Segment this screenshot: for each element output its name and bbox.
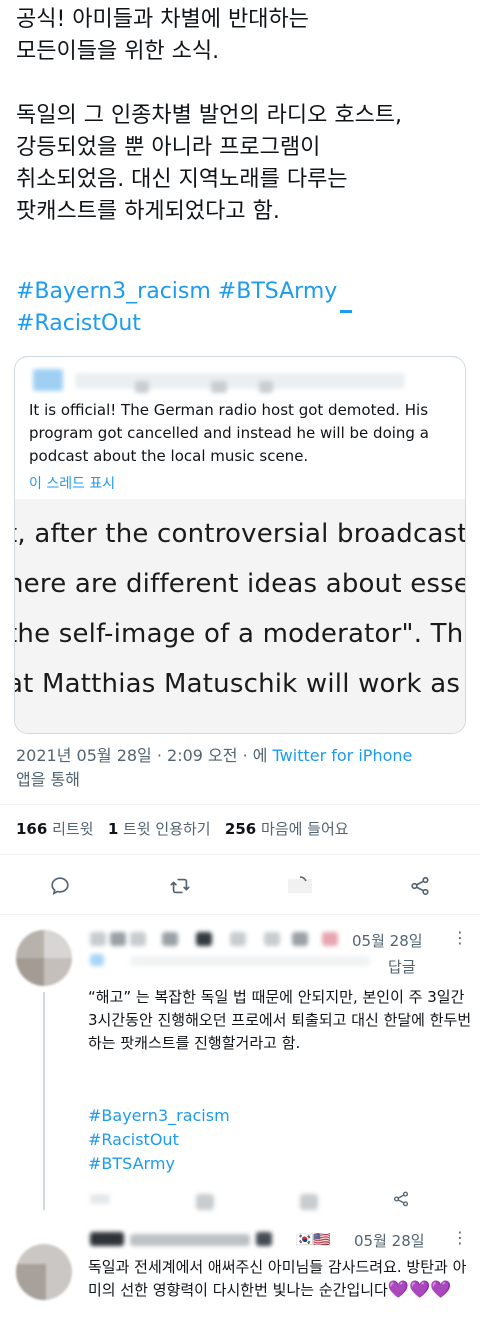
quoted-tweet-text: It is official! The German radio host go…: [29, 401, 429, 465]
show-thread-link[interactable]: 이 스레드 표시: [29, 473, 115, 493]
tweet-hashtags: #Bayern3_racism #BTSArmy #RacistOut: [16, 276, 476, 334]
more-icon[interactable]: ⋮: [452, 928, 468, 947]
tweet-text: 공식! 아미들과 차별에 반대하는 모든이들을 위한 소식. 독일의 그 인종차…: [16, 7, 403, 224]
reply-tweet[interactable]: 🇰🇷🇺🇸 05월 28일 ⋮ 독일과 전세계에서 애써주신 아미님들 감사드려요…: [0, 1220, 480, 1338]
more-icon[interactable]: ⋮: [452, 1228, 468, 1247]
share-icon[interactable]: [402, 868, 438, 904]
avatar[interactable]: [16, 930, 72, 986]
hashtag-link[interactable]: #RacistOut: [16, 308, 476, 334]
reply-icon[interactable]: [42, 868, 78, 904]
hashtag-link[interactable]: #BTSArmy: [88, 1152, 230, 1176]
heart-emoji: 💜💜💜: [387, 1280, 452, 1300]
like-icon[interactable]: [282, 868, 318, 904]
image-text-line: here are different ideas about essenti: [15, 569, 465, 599]
tweet-stats: 166 리트윗 1 트윗 인용하기 256 마음에 들어요: [16, 818, 349, 839]
divider: [0, 914, 480, 915]
hashtag-link[interactable]: #BTSArmy: [218, 279, 338, 304]
flag-icon: 🇰🇷🇺🇸: [296, 1232, 331, 1248]
tweet-source-suffix: 앱을 통해: [16, 770, 80, 789]
quotes-stat[interactable]: 1 트윗 인용하기: [108, 820, 211, 838]
tweet-action-bar: [0, 868, 480, 904]
reply-date[interactable]: 05월 28일: [352, 930, 423, 951]
reply-text: “해고” 는 복잡한 독일 법 때문에 안되지만, 본인이 주 3일간 3시간동…: [88, 988, 472, 1052]
quoted-tweet-image[interactable]: t, after the controversial broadcast "it…: [15, 499, 465, 733]
image-text-line: t, after the controversial broadcast "it: [15, 519, 465, 549]
text-cursor: [340, 310, 352, 313]
retweets-stat[interactable]: 166 리트윗: [16, 820, 94, 838]
divider: [0, 854, 480, 855]
reply-hashtags: #Bayern3_racism #RacistOut #BTSArmy: [88, 1104, 230, 1176]
tweet-timestamp: 2021년 05월 28일 · 2:09 오전 · 에 Twitter for …: [16, 744, 466, 792]
hashtag-link[interactable]: #Bayern3_racism: [16, 279, 211, 304]
retweet-icon[interactable]: [162, 868, 198, 904]
quoted-tweet-card[interactable]: It is official! The German radio host go…: [14, 356, 466, 734]
likes-stat[interactable]: 256 마음에 들어요: [225, 820, 349, 838]
thread-line: [43, 992, 45, 1210]
hashtag-link[interactable]: #RacistOut: [88, 1128, 230, 1152]
divider: [0, 804, 480, 805]
reply-tweet[interactable]: 05월 28일 ⋮ 답글 “해고” 는 복잡한 독일 법 때문에 안되지만, 본…: [0, 920, 480, 1210]
tweet-date[interactable]: 2021년 05월 28일 · 2:09 오전 · 에: [16, 746, 273, 765]
share-icon[interactable]: [392, 1190, 410, 1212]
tweet-source-link[interactable]: Twitter for iPhone: [273, 746, 413, 765]
image-text-line: the self-image of a moderator". That ": [15, 619, 465, 649]
replying-to-label: 답글: [388, 958, 416, 976]
reply-date[interactable]: 05월 28일: [354, 1230, 425, 1251]
quoted-tweet-header-redacted: [15, 357, 465, 393]
avatar[interactable]: [16, 1244, 72, 1300]
image-text-line: at Matthias Matuschik will work as an: [15, 669, 465, 699]
reply-text: 독일과 전세계에서 애써주신 아미님들 감사드려요. 방탄과 아미의 선한 영향…: [88, 1258, 467, 1300]
hashtag-link[interactable]: #Bayern3_racism: [88, 1104, 230, 1128]
